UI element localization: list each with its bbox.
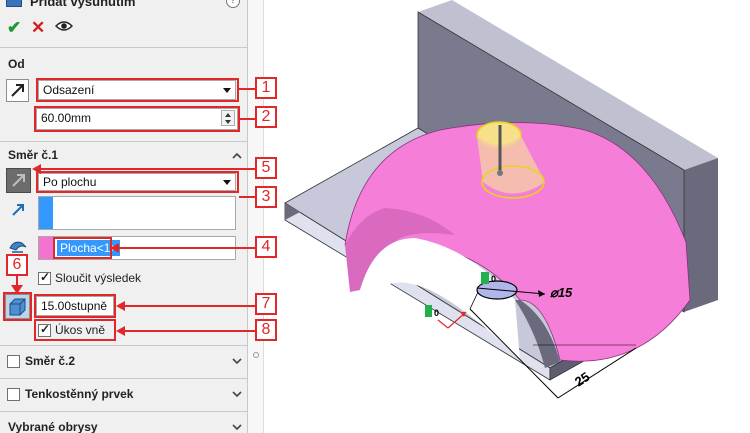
property-manager-panel: Přidat vysunutím ? ✔ ✕ Od Odsazení 60.00… [0, 0, 248, 433]
direction-selection-box[interactable] [38, 196, 236, 230]
length-dimension-label[interactable]: 25 [572, 369, 592, 389]
divider [0, 378, 247, 379]
sketch-point-marker [481, 272, 489, 284]
sketch-point-label: 0 [491, 274, 496, 284]
panel-splitter[interactable] [248, 0, 264, 433]
extrude-feature-icon [6, 0, 22, 7]
panel-title: Přidat vysunutím [30, 0, 136, 9]
chevron-down-icon[interactable] [232, 422, 242, 432]
diameter-dimension-label[interactable]: ⌀15 [550, 285, 573, 300]
graphics-viewport[interactable]: ⌀15 25 0 0 [265, 0, 750, 433]
arrow-up-right-icon [11, 84, 24, 97]
highlight-draft-angle [34, 294, 116, 318]
highlight-face-selection [53, 237, 112, 259]
origin-marker [425, 305, 432, 317]
cancel-x-icon[interactable]: ✕ [31, 19, 45, 36]
section-thin-feature-header: Tenkostěnný prvek [25, 387, 134, 401]
triad-y-axis [437, 319, 449, 329]
reverse-direction-icon [12, 174, 25, 187]
section-selected-contours-header: Vybrané obrysy [8, 420, 98, 433]
selection-color-bar [39, 237, 53, 259]
divider [0, 47, 247, 48]
callout-line [240, 118, 255, 120]
divider [0, 141, 247, 142]
splitter-handle[interactable] [253, 352, 259, 358]
ok-check-icon[interactable]: ✔ [7, 19, 21, 36]
start-condition-icon[interactable] [6, 79, 29, 102]
direction-vector-icon [12, 204, 24, 216]
chevron-down-icon[interactable] [232, 356, 242, 366]
origin-label: 0 [434, 308, 439, 318]
direction2-checkbox[interactable] [7, 355, 20, 368]
callout-line [40, 168, 255, 170]
callout-line [239, 88, 255, 90]
divider [0, 411, 247, 412]
chevron-down-icon[interactable] [232, 389, 242, 399]
merge-result-checkbox[interactable] [38, 270, 51, 285]
section-direction1-header: Směr č.1 [8, 148, 59, 162]
section-direction2-header: Směr č.2 [25, 354, 76, 368]
preview-eye-icon[interactable] [55, 20, 73, 32]
callout-6: 6 [6, 254, 28, 276]
callout-arrowhead [116, 326, 125, 336]
callout-line [239, 196, 255, 198]
highlight-draft-outward [34, 319, 116, 341]
callout-line [112, 247, 255, 249]
callout-line [124, 305, 255, 307]
highlight-draft-toggle [3, 292, 32, 321]
selection-color-bar [39, 197, 53, 229]
callout-arrowhead [110, 243, 119, 253]
highlight-end-condition [36, 171, 239, 193]
divider [0, 345, 247, 346]
callout-arrowhead [32, 164, 41, 174]
section-from-header: Od [8, 57, 25, 71]
callout-line [124, 330, 255, 332]
reverse-direction-button[interactable] [6, 168, 31, 193]
panel-title-bar: Přidat vysunutím ? [0, 0, 247, 10]
extrude-handle[interactable] [497, 170, 503, 176]
highlight-offset-value [34, 106, 240, 132]
help-icon[interactable]: ? [226, 0, 240, 8]
highlight-start-condition [36, 78, 239, 102]
thin-feature-checkbox[interactable] [7, 388, 20, 401]
merge-result-label: Sloučit výsledek [55, 271, 142, 285]
callout-arrowhead [116, 301, 125, 311]
chevron-up-icon[interactable] [232, 151, 242, 161]
